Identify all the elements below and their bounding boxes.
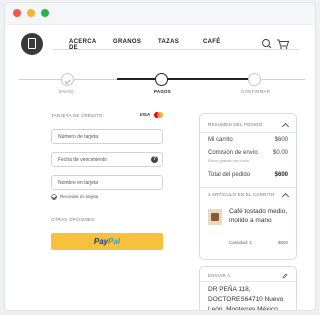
- order-total-row: Total del pedido $600: [208, 172, 288, 178]
- step-label-shipping: ENVÍO: [59, 89, 75, 94]
- checkout-stepper: ENVÍO PAGOS CONFIRMAR: [19, 73, 305, 97]
- payment-form: TARJETA DE CRÉDITO: VISA Número de tarje…: [35, 112, 163, 253]
- visa-icon: VISA: [139, 112, 150, 117]
- nav-link-coffee[interactable]: CAFÉ: [203, 39, 221, 45]
- help-icon[interactable]: ?: [151, 156, 158, 163]
- top-navigation: ACERCA DE GRANOS TAZAS CAFÉ: [13, 33, 305, 61]
- step-line-active: [117, 78, 248, 80]
- shipping-note: Envío gratuito en costo: [208, 158, 249, 163]
- search-icon[interactable]: [262, 39, 272, 49]
- ship-to-divider: [200, 281, 296, 282]
- remember-label: Recordar mi tarjeta: [60, 194, 99, 200]
- order-summary-panel: RESUMEN DEL PEDIDO: Mi carrito $600 Comi…: [199, 113, 297, 260]
- window-titlebar: [5, 3, 315, 25]
- coffee-cup-icon: [28, 38, 36, 49]
- shipping-fee-row: Comisión de envío $0.00: [208, 150, 288, 156]
- summary-divider: [200, 132, 296, 133]
- name-placeholder: Nombre en tarjeta: [58, 180, 99, 186]
- step-shipping[interactable]: [61, 73, 74, 86]
- shipping-fee-label: Comisión de envío: [208, 150, 258, 156]
- product-price: $600: [277, 240, 288, 245]
- step-line-2: [74, 79, 117, 80]
- card-number-placeholder: Número de tarjeta: [58, 134, 99, 140]
- paypal-logo-pal: Pal: [108, 237, 121, 246]
- nav-icons: [261, 37, 291, 55]
- cart-label: Mi carrito: [208, 137, 233, 143]
- close-window-dot[interactable]: [13, 9, 21, 17]
- nav-divider: [53, 49, 299, 50]
- expiry-placeholder: Fecha de vencimiento: [58, 157, 107, 163]
- chevron-up-icon[interactable]: [281, 122, 290, 131]
- expiry-date-input[interactable]: Fecha de vencimiento ?: [51, 152, 163, 167]
- cardholder-name-input[interactable]: Nombre en tarjeta: [51, 175, 163, 190]
- remember-card-checkbox[interactable]: Recordar mi tarjeta: [51, 194, 98, 200]
- nav-link-beans[interactable]: GRANOS: [113, 39, 141, 45]
- product-thumbnail: [208, 209, 222, 225]
- paypal-button[interactable]: PayPal: [51, 233, 163, 250]
- step-line-1: [19, 79, 61, 80]
- check-icon: [64, 79, 71, 85]
- other-options-title: OTRAS OPCIONES:: [51, 217, 96, 222]
- ship-to-panel: ENVIAR A: DR PEÑA 118, DOCTORES64710 Nue…: [199, 266, 297, 311]
- shipping-address: DR PEÑA 118, DOCTORES64710 Nuevo León, M…: [208, 286, 284, 311]
- maximize-window-dot[interactable]: [41, 9, 49, 17]
- product-quantity: Cantidad: 1: [229, 240, 253, 245]
- browser-window: ACERCA DE GRANOS TAZAS CAFÉ ENVÍO PAGOS …: [4, 2, 316, 311]
- checkmark-icon: [51, 194, 57, 200]
- items-divider: [200, 187, 296, 188]
- mastercard-icon: [154, 112, 163, 118]
- product-name: Café tostado medio, molido a mano: [229, 208, 288, 224]
- total-value: $600: [274, 172, 288, 178]
- cart-value: $600: [274, 137, 288, 143]
- card-number-input[interactable]: Número de tarjeta: [51, 129, 163, 144]
- card-section-title: TARJETA DE CRÉDITO:: [51, 113, 105, 118]
- ship-to-title: ENVIAR A:: [208, 273, 232, 278]
- cart-subtotal-row: Mi carrito $600: [208, 137, 288, 143]
- card-brand-icons: VISA: [139, 112, 163, 118]
- total-label: Total del pedido: [208, 172, 251, 178]
- brand-logo[interactable]: [21, 33, 43, 55]
- step-payments[interactable]: [155, 73, 168, 86]
- summary-title: RESUMEN DEL PEDIDO:: [208, 122, 264, 127]
- step-line-3: [261, 79, 305, 80]
- step-label-confirm: CONFIRMAR: [241, 89, 271, 94]
- shipping-fee-value: $0.00: [272, 150, 288, 156]
- paypal-logo-pay: Pay: [93, 237, 109, 246]
- minimize-window-dot[interactable]: [27, 9, 35, 17]
- edit-pencil-icon[interactable]: [282, 273, 288, 279]
- step-confirm[interactable]: [248, 73, 261, 86]
- chevron-up-icon[interactable]: [281, 192, 290, 201]
- step-label-payments: PAGOS: [154, 89, 171, 94]
- cart-icon[interactable]: [277, 39, 290, 49]
- nav-link-mugs[interactable]: TAZAS: [158, 39, 179, 45]
- items-title: 1 ARTÍCULO EN EL CARRITO: [208, 192, 275, 197]
